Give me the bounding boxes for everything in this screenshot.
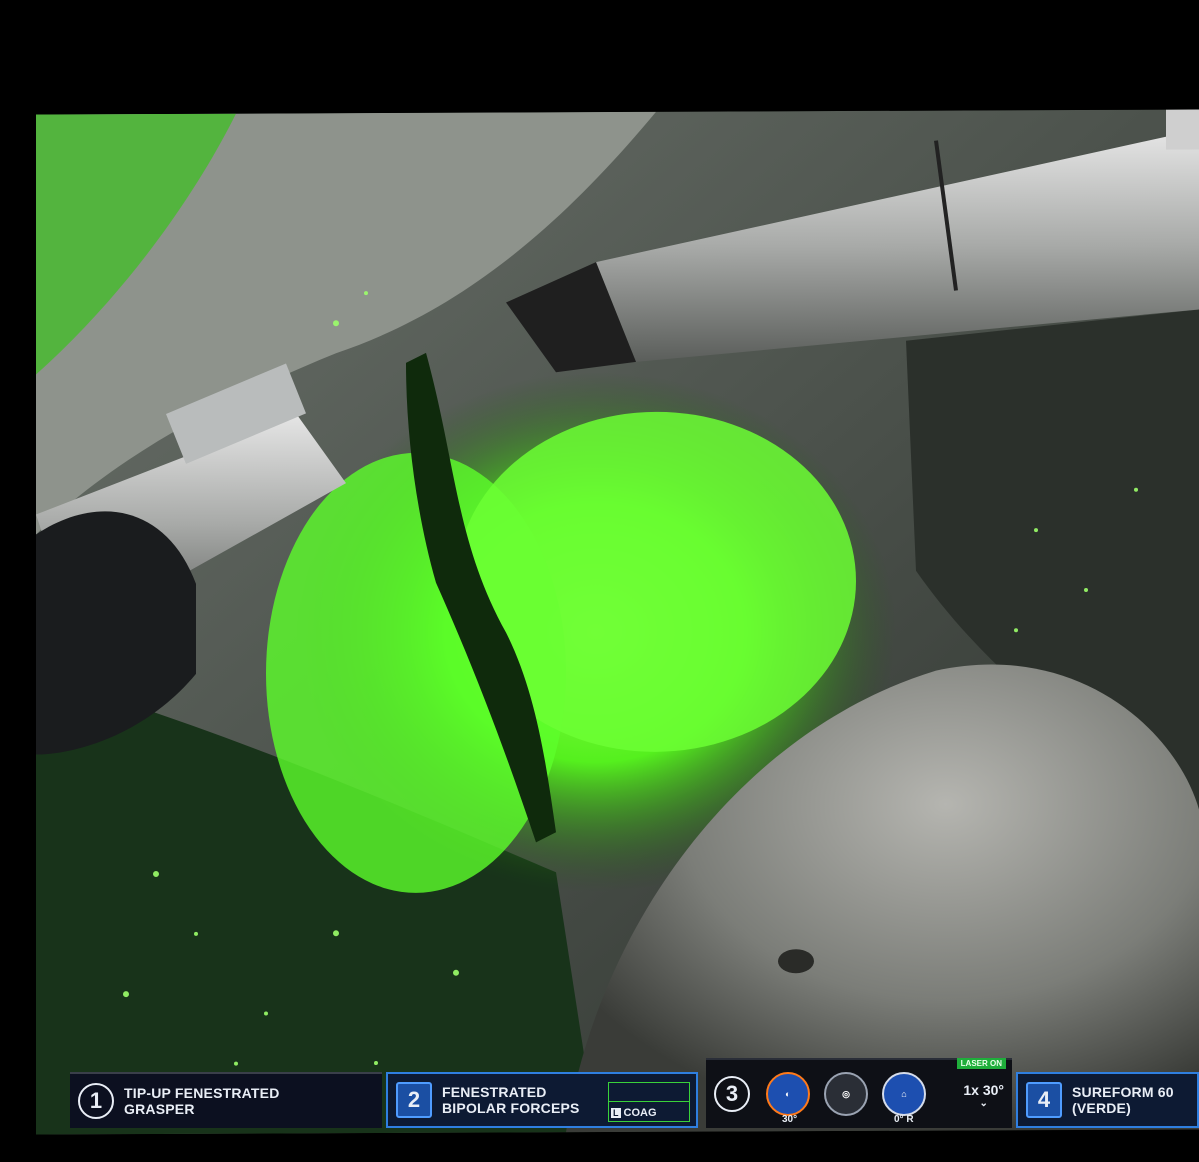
scope-angle-icon: 1x 30° ⌄ <box>963 1082 1004 1109</box>
scope-zoom: 1x <box>963 1082 979 1098</box>
energy-mode: L COAG <box>609 1107 657 1119</box>
camera-controls: ◐ ◎ ⌂ <box>766 1072 926 1116</box>
energy-pedal-label: L <box>611 1108 621 1118</box>
arm-4-panel[interactable]: 4 SUREFORM 60 (VERDE) <box>1016 1072 1199 1128</box>
arm-2-number: 2 <box>396 1082 432 1118</box>
arm-1-instrument-label: TIP-UP FENESTRATED GRASPER <box>124 1085 280 1117</box>
energy-mode-label: COAG <box>623 1107 657 1119</box>
camera-light-value: 30° <box>782 1114 798 1125</box>
laser-status-badge: LASER ON <box>956 1058 1006 1069</box>
arm-1-number: 1 <box>78 1083 114 1119</box>
camera-light-icon[interactable]: ◐ <box>766 1072 810 1116</box>
arm-1-panel[interactable]: 1 TIP-UP FENESTRATED GRASPER <box>70 1072 382 1128</box>
surgical-scene <box>36 109 1199 1135</box>
endoscope-video-view <box>36 109 1199 1135</box>
scope-angle-chevron-icon: ⌄ <box>979 1098 988 1109</box>
camera-orientation-icon[interactable]: ⌂ <box>882 1072 926 1116</box>
energy-upper-pedal <box>609 1083 689 1102</box>
arm-2-instrument-label: FENESTRATED BIPOLAR FORCEPS <box>442 1084 580 1116</box>
arm-3-number: 3 <box>714 1076 750 1112</box>
arm-2-panel[interactable]: 2 FENESTRATED BIPOLAR FORCEPS L COAG <box>386 1072 698 1128</box>
scope-angle: 30° <box>982 1082 1004 1098</box>
energy-indicator: L COAG <box>608 1082 690 1122</box>
arm-4-instrument-label: SUREFORM 60 (VERDE) <box>1072 1084 1174 1116</box>
arm-4-number: 4 <box>1026 1082 1062 1118</box>
robot-status-bar: 1 TIP-UP FENESTRATED GRASPER 2 FENESTRAT… <box>70 1058 1199 1132</box>
camera-orientation-value: 0° R <box>894 1114 914 1125</box>
arm-3-camera-panel[interactable]: 3 ◐ ◎ ⌂ 30° 0° R LASER ON 1x 30° ⌄ <box>706 1058 1012 1128</box>
camera-target-icon[interactable]: ◎ <box>824 1072 868 1116</box>
monitor-screen: 1 TIP-UP FENESTRATED GRASPER 2 FENESTRAT… <box>0 0 1199 1162</box>
